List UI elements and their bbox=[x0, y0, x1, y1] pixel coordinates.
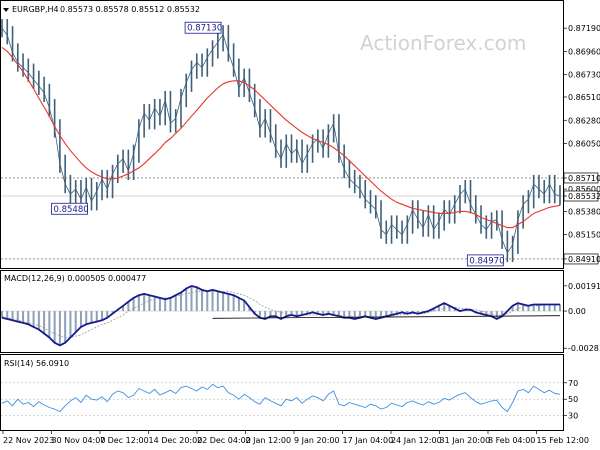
time-tick-label: 24 Jan 12:00 bbox=[391, 436, 442, 445]
price-header: EURGBP,H4 0.85573 0.85578 0.85512 0.8553… bbox=[3, 5, 200, 14]
time-tick-label: 22 Dec 04:00 bbox=[197, 436, 251, 445]
watermark: ActionForex.com bbox=[360, 31, 526, 55]
forex-chart: ActionForex.com EURGBP,H4 0.85573 0.8557… bbox=[0, 0, 600, 450]
symbol-label: EURGBP,H4 bbox=[12, 5, 59, 14]
time-tick-label: 17 Jan 04:00 bbox=[343, 436, 394, 445]
time-tick-label: 31 Jan 20:00 bbox=[440, 436, 491, 445]
time-tick-label: 2 Jan 12:00 bbox=[246, 436, 292, 445]
rsi-tick-label: 70 bbox=[568, 379, 578, 388]
price-tick-label: 0.86280 bbox=[568, 116, 600, 125]
ohlc-label: 0.85573 0.85578 0.85512 0.85532 bbox=[60, 5, 200, 14]
price-tick-label: 0.86730 bbox=[568, 71, 600, 80]
price-tick-label: 0.85710 bbox=[568, 174, 600, 183]
time-tick-label: 8 Feb 04:00 bbox=[488, 436, 535, 445]
price-tick-label: 0.85532 bbox=[568, 192, 600, 201]
price-tick-label: 0.86510 bbox=[568, 93, 600, 102]
price-annotation: 0.84970 bbox=[469, 256, 504, 266]
rsi-title: RSI(14) 56.0910 bbox=[4, 359, 69, 368]
price-tick-label: 0.85150 bbox=[568, 231, 600, 240]
time-tick-label: 9 Jan 20:00 bbox=[294, 436, 340, 445]
price-tick-label: 0.86960 bbox=[568, 47, 600, 56]
price-tick-label: 0.84910 bbox=[568, 255, 600, 264]
price-tick-label: 0.87190 bbox=[568, 24, 600, 33]
time-tick-label: 7 Dec 12:00 bbox=[100, 436, 149, 445]
macd-title: MACD(12,26,9) 0.000505 0.000477 bbox=[4, 274, 146, 283]
macd-tick-label: 0.001911 bbox=[568, 282, 600, 291]
time-tick-label: 14 Dec 20:00 bbox=[149, 436, 203, 445]
price-tick-label: 0.86050 bbox=[568, 140, 600, 149]
time-tick-label: 22 Nov 2023 bbox=[3, 436, 54, 445]
time-tick-label: 30 Nov 04:00 bbox=[52, 436, 106, 445]
time-tick-label: 15 Feb 12:00 bbox=[537, 436, 589, 445]
rsi-tick-label: 30 bbox=[568, 412, 578, 421]
price-annotation: 0.87130 bbox=[187, 24, 222, 34]
rsi-tick-label: 50 bbox=[568, 395, 578, 404]
macd-tick-label: 0.00 bbox=[568, 307, 586, 316]
price-annotation: 0.85480 bbox=[53, 205, 88, 215]
macd-tick-label: -0.002816 bbox=[568, 344, 600, 353]
price-tick-label: 0.85380 bbox=[568, 207, 600, 216]
